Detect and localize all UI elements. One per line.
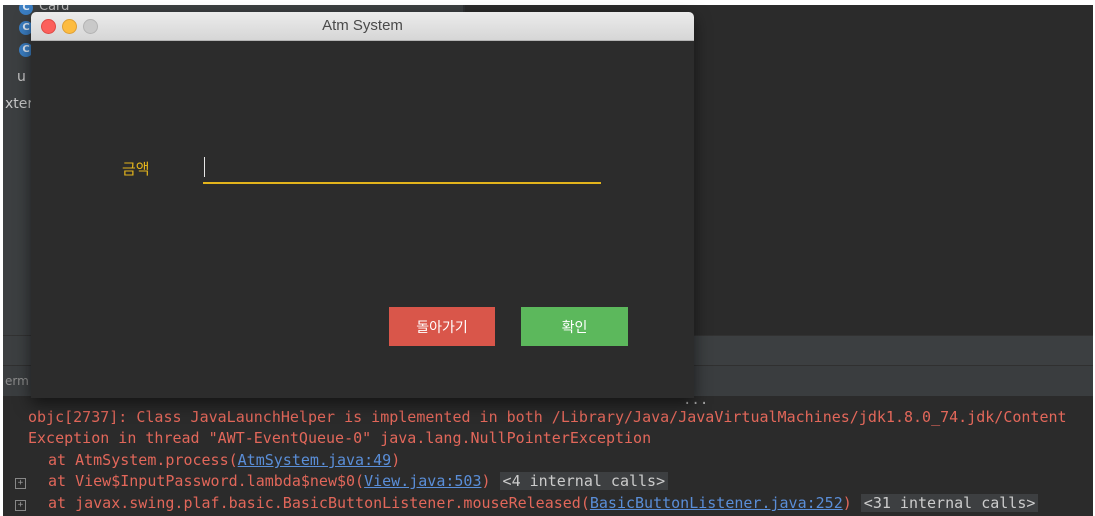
source-link[interactable]: View.java:503 (364, 472, 481, 490)
back-button[interactable]: 돌아가기 (389, 307, 495, 346)
console-line: at javax.swing.plaf.basic.BasicButtonLis… (48, 494, 1039, 512)
internal-calls-badge[interactable]: <31 internal calls> (860, 494, 1039, 512)
text-caret (204, 157, 205, 177)
stack-text: at javax.swing.plaf.basic.BasicButtonLis… (48, 494, 590, 512)
console-line: at AtmSystem.process(AtmSystem.java:49) (48, 451, 400, 469)
atm-dialog: Atm System 금액 돌아가기 확인 (31, 12, 694, 398)
run-console[interactable]: ... objc[2737]: Class JavaLaunchHelper i… (3, 392, 1093, 516)
project-item-partial: xter (5, 96, 34, 112)
stack-text: at View$InputPassword.lambda$new$0( (48, 472, 365, 490)
confirm-button[interactable]: 확인 (521, 307, 628, 346)
window-title: Atm System (322, 17, 403, 34)
amount-input[interactable] (203, 154, 601, 184)
console-line: Exception in thread "AWT-EventQueue-0" j… (28, 429, 652, 447)
source-link[interactable]: AtmSystem.java:49 (238, 451, 392, 469)
stack-text: ) (481, 472, 491, 490)
amount-label: 금액 (122, 160, 150, 178)
source-link[interactable]: BasicButtonListener.java:252 (590, 494, 843, 512)
console-line: objc[2737]: Class JavaLaunchHelper is im… (28, 408, 1067, 426)
stack-text: ) (842, 494, 852, 512)
terminal-tab[interactable]: erm (5, 374, 29, 388)
title-bar[interactable]: Atm System (31, 12, 694, 41)
console-line: at View$InputPassword.lambda$new$0(View.… (48, 472, 669, 490)
expand-icon[interactable]: + (15, 500, 26, 511)
stack-text: at AtmSystem.process( (48, 451, 238, 469)
stack-text: ) (391, 451, 401, 469)
internal-calls-badge[interactable]: <4 internal calls> (499, 472, 669, 490)
project-item-partial: u (17, 69, 26, 85)
expand-icon[interactable]: + (15, 478, 26, 489)
